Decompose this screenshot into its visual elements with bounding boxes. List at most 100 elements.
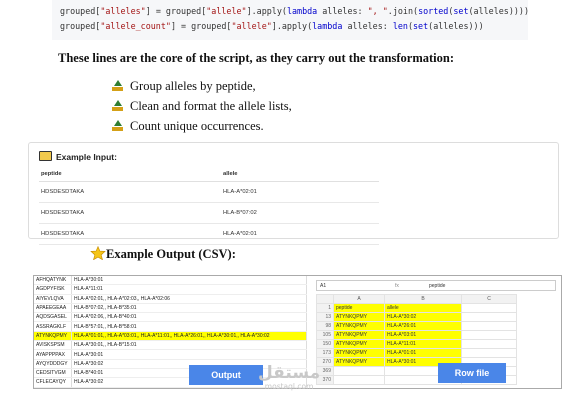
table-cell: AIYEVLQVA bbox=[34, 294, 72, 304]
row-number[interactable]: 150 bbox=[316, 339, 334, 349]
row-number[interactable]: 173 bbox=[316, 348, 334, 358]
excel-cell[interactable]: ATYNKQPMY bbox=[333, 330, 385, 340]
table-row: AYAPPPPAX HLA-A*30:01 bbox=[34, 349, 307, 360]
excel-sheet: A1 fx peptide A B C 1 peptide allele 13 ATYNKQP… bbox=[316, 280, 556, 385]
code-line-1: grouped["alleles"] = grouped["allele"].a… bbox=[60, 6, 528, 16]
excel-cell[interactable]: allele bbox=[384, 303, 462, 313]
table-row: AQDSGASEL HLA-A*02:06,, HLA-B*40:01 bbox=[34, 312, 307, 323]
table-cell: AVISKSPSM bbox=[34, 340, 72, 351]
excel-cell[interactable]: ATYNKQPMY bbox=[333, 312, 385, 322]
table-cell: HLA-A*30:01,, HLA-B*15:01 bbox=[71, 340, 307, 351]
formula-bar: A1 fx peptide bbox=[316, 280, 556, 291]
table-cell: AYAPPPPAX bbox=[34, 349, 72, 360]
table-cell: AFHQATYNK bbox=[34, 276, 72, 286]
table-cell: HLA-A*02:01 bbox=[221, 181, 379, 203]
fx-icon: fx bbox=[395, 283, 399, 289]
pushpin-icon bbox=[112, 120, 123, 131]
excel-cell[interactable]: ATYNKQPMY bbox=[333, 357, 385, 367]
excel-row: 105 ATYNKQPMY HLA-A*03:01 bbox=[316, 330, 517, 340]
excel-row: 98 ATYNKQPMY HLA-A*26:01 bbox=[316, 321, 517, 331]
excel-cell[interactable]: HLA-A*01:01 bbox=[384, 348, 462, 358]
row-number[interactable]: 1 bbox=[316, 303, 334, 313]
table-row: HDSDESDTAKA HLA-A*02:01 bbox=[39, 181, 379, 203]
column-header[interactable]: C bbox=[461, 294, 517, 304]
code-line-2: grouped["allele_count"] = grouped["allel… bbox=[60, 21, 484, 31]
excel-cell[interactable]: ATYNKQPMY bbox=[333, 339, 385, 349]
column-header: peptide bbox=[39, 167, 221, 182]
table-header-row: peptide allele bbox=[39, 167, 379, 182]
row-number[interactable]: 105 bbox=[316, 330, 334, 340]
excel-cell[interactable] bbox=[333, 375, 385, 385]
bullet-list: Group alleles by peptide, Clean and form… bbox=[112, 76, 292, 136]
table-row: ATYNKQPMY HLA-A*01:01,, HLA-A*03:01,, HLA… bbox=[34, 331, 307, 342]
table-row: AGDPYFISK HLA-A*11:01 bbox=[34, 284, 307, 295]
pushpin-icon bbox=[112, 80, 123, 91]
table-row: ASSRAGKLF HLA-B*57:01,, HLA-B*58:01 bbox=[34, 321, 307, 332]
watermark-latin: mostaql.com bbox=[264, 382, 314, 391]
excel-cell[interactable] bbox=[461, 321, 517, 331]
example-input-title: Example Input: bbox=[39, 151, 117, 162]
watermark-arabic: مستقل bbox=[258, 363, 321, 383]
table-cell: HLA-B*57:01,, HLA-B*58:01 bbox=[71, 321, 307, 332]
column-header[interactable]: A bbox=[333, 294, 385, 304]
excel-cell[interactable] bbox=[461, 312, 517, 322]
excel-cell[interactable] bbox=[461, 330, 517, 340]
column-header[interactable]: B bbox=[384, 294, 462, 304]
row-number[interactable]: 13 bbox=[316, 312, 334, 322]
excel-cell[interactable] bbox=[333, 366, 385, 376]
star-icon bbox=[90, 246, 106, 260]
table-row: AIYEVLQVA HLA-A*02:01,, HLA-A*02:03,, HLA… bbox=[34, 294, 307, 304]
table-cell: CEDSITVGM bbox=[34, 368, 72, 379]
example-input-card: Example Input: peptide allele HDSDESDTAKA… bbox=[28, 142, 559, 245]
table-row: APAEEGEAA HLA-B*07:02,, HLA-B*35:01 bbox=[34, 303, 307, 314]
example-output-heading: Example Output (CSV): bbox=[90, 246, 236, 262]
excel-cell[interactable] bbox=[461, 339, 517, 349]
table-cell: HLA-A*01:01,, HLA-A*03:01,, HLA-A*11:01,… bbox=[71, 331, 307, 342]
row-number[interactable]: 98 bbox=[316, 321, 334, 331]
table-cell: ASSRAGKLF bbox=[34, 321, 72, 332]
table-cell: HLA-A*30:01 bbox=[71, 349, 307, 360]
table-cell: HDSDESDTAKA bbox=[39, 181, 221, 203]
table-row: HDSDESDTAKA HLA-B*07:02 bbox=[39, 202, 379, 224]
list-item: Count unique occurrences. bbox=[112, 116, 292, 136]
excel-row: 1 peptide allele bbox=[316, 303, 517, 313]
example-input-table: peptide allele HDSDESDTAKA HLA-A*02:01 HDS… bbox=[39, 167, 379, 245]
table-cell: HLA-A*11:01 bbox=[71, 284, 307, 295]
table-cell: HLA-A*02:01 bbox=[221, 223, 379, 245]
column-header[interactable] bbox=[316, 294, 334, 304]
excel-cell[interactable]: ATYNKQPMY bbox=[333, 348, 385, 358]
formula-value: peptide bbox=[429, 283, 446, 289]
table-row: AVISKSPSM HLA-A*30:01,, HLA-B*15:01 bbox=[34, 340, 307, 351]
folder-icon bbox=[39, 151, 52, 161]
pushpin-icon bbox=[112, 100, 123, 111]
column-header-row: ABC bbox=[316, 294, 517, 304]
table-cell: HLA-A*30:01 bbox=[71, 276, 307, 286]
excel-row: 173 ATYNKQPMY HLA-A*01:01 bbox=[316, 348, 517, 358]
table-cell: APAEEGEAA bbox=[34, 303, 72, 314]
excel-cell[interactable]: HLA-A*11:01 bbox=[384, 339, 462, 349]
excel-row: 13 ATYNKQPMY HLA-A*30:02 bbox=[316, 312, 517, 322]
row-file-label: Row file bbox=[438, 363, 506, 383]
table-cell: HLA-A*02:01,, HLA-A*02:03,, HLA-A*02:06 bbox=[71, 294, 307, 304]
list-item: Group alleles by peptide, bbox=[112, 76, 292, 96]
excel-cell[interactable]: HLA-A*03:01 bbox=[384, 330, 462, 340]
table-cell: AYQYDDDGY bbox=[34, 359, 72, 369]
table-cell: ATYNKQPMY bbox=[34, 331, 72, 342]
excel-cell[interactable]: peptide bbox=[333, 303, 385, 313]
cell-reference: A1 bbox=[320, 283, 327, 289]
excel-cell[interactable] bbox=[461, 303, 517, 313]
table-cell: HLA-B*07:02,, HLA-B*35:01 bbox=[71, 303, 307, 314]
table-cell: HLA-B*07:02 bbox=[221, 202, 379, 224]
table-cell: CFLECAYQY bbox=[34, 377, 72, 388]
table-cell: HDSDESDTAKA bbox=[39, 223, 221, 245]
column-header: allele bbox=[221, 167, 379, 182]
excel-row: 150 ATYNKQPMY HLA-A*11:01 bbox=[316, 339, 517, 349]
table-cell: AGDPYFISK bbox=[34, 284, 72, 295]
section-heading: These lines are the core of the script, … bbox=[58, 51, 454, 65]
excel-cell[interactable] bbox=[461, 348, 517, 358]
output-label: Output bbox=[189, 365, 263, 385]
code-snippet: grouped["alleles"] = grouped["allele"].a… bbox=[52, 0, 528, 40]
excel-cell[interactable]: HLA-A*30:02 bbox=[384, 312, 462, 322]
excel-cell[interactable]: HLA-A*26:01 bbox=[384, 321, 462, 331]
excel-cell[interactable]: ATYNKQPMY bbox=[333, 321, 385, 331]
